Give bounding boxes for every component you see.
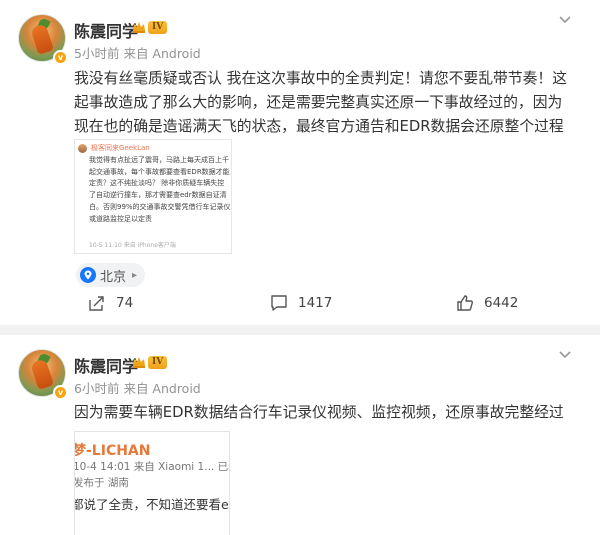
like-button[interactable]: 6442: [456, 294, 518, 312]
location-text: 北京: [100, 269, 127, 285]
quoted-text: 都说了全责，不知道还要看edr: [74, 497, 230, 512]
location-pin-icon: [80, 267, 96, 283]
comment-button[interactable]: 1417: [270, 294, 332, 312]
repost-count: 74: [116, 295, 134, 311]
post-meta: 5小时前 来自 Android: [74, 43, 201, 62]
weibo-post-2: v 陈震同学 IV 6小时前 来自 Android 因为需要车辆EDR数据结合行…: [0, 335, 600, 535]
post-time: 5小时前: [74, 46, 120, 61]
verified-badge-icon: v: [53, 385, 68, 400]
verified-badge-icon: v: [53, 50, 68, 65]
chevron-down-icon[interactable]: [558, 347, 572, 361]
quoted-username: 梦-LICHAN: [74, 443, 151, 459]
like-count: 6442: [484, 295, 519, 311]
author-name[interactable]: 陈震同学: [74, 353, 138, 377]
location-arrow-icon: ▸: [132, 269, 138, 281]
quoted-username: 极客同来GeekLan: [91, 144, 150, 152]
quoted-time: 10-4 14:01 来自 Xiaomi 1... 已编辑: [74, 461, 229, 473]
weibo-post-1: v 陈震同学 IV 5小时前 来自 Android 我没有丝毫质疑或否认 我在这…: [0, 0, 600, 325]
post-text: 因为需要车辆EDR数据结合行车记录仪视频、监控视频，还原事故完整经过: [74, 404, 564, 421]
post-meta: 6小时前 来自 Android: [74, 378, 201, 397]
location-tag[interactable]: 北京 ▸: [76, 263, 146, 287]
crown-icon: [133, 22, 145, 33]
post-time: 6小时前: [74, 381, 120, 396]
chevron-down-icon[interactable]: [558, 12, 572, 26]
quoted-user: 极客同来GeekLan: [78, 143, 150, 155]
avatar-carrot: [30, 358, 54, 390]
post-source: 来自 Android: [123, 381, 201, 396]
crown-icon: [133, 357, 145, 368]
action-bar: 74 1417 6442: [0, 294, 600, 318]
comment-count: 1417: [298, 295, 333, 311]
share-icon: [89, 296, 104, 311]
member-level-badge: IV: [148, 356, 168, 369]
author-name[interactable]: 陈震同学: [74, 18, 138, 42]
quoted-location: 发布于 湖南: [74, 477, 129, 489]
comment-icon: [271, 295, 287, 311]
post-image[interactable]: 极客同来GeekLan 我觉得有点扯远了震哥，马路上每天成百上千起交通事故，每个…: [74, 139, 232, 254]
post-source: 来自 Android: [123, 46, 201, 61]
member-level-badge: IV: [148, 21, 168, 34]
quoted-text: 我觉得有点扯远了震哥，马路上每天成百上千起交通事故，每个事故都要查看EDR数据才…: [89, 156, 231, 223]
quoted-avatar: [78, 144, 87, 154]
repost-button[interactable]: 74: [88, 294, 133, 312]
post-image[interactable]: 梦-LICHAN 10-4 14:01 来自 Xiaomi 1... 已编辑 发…: [74, 431, 230, 535]
thumbs-up-icon: [457, 295, 473, 311]
avatar-carrot: [30, 23, 54, 55]
quoted-time: 10-5 11:10 来自 iPhone客户端: [89, 242, 176, 249]
